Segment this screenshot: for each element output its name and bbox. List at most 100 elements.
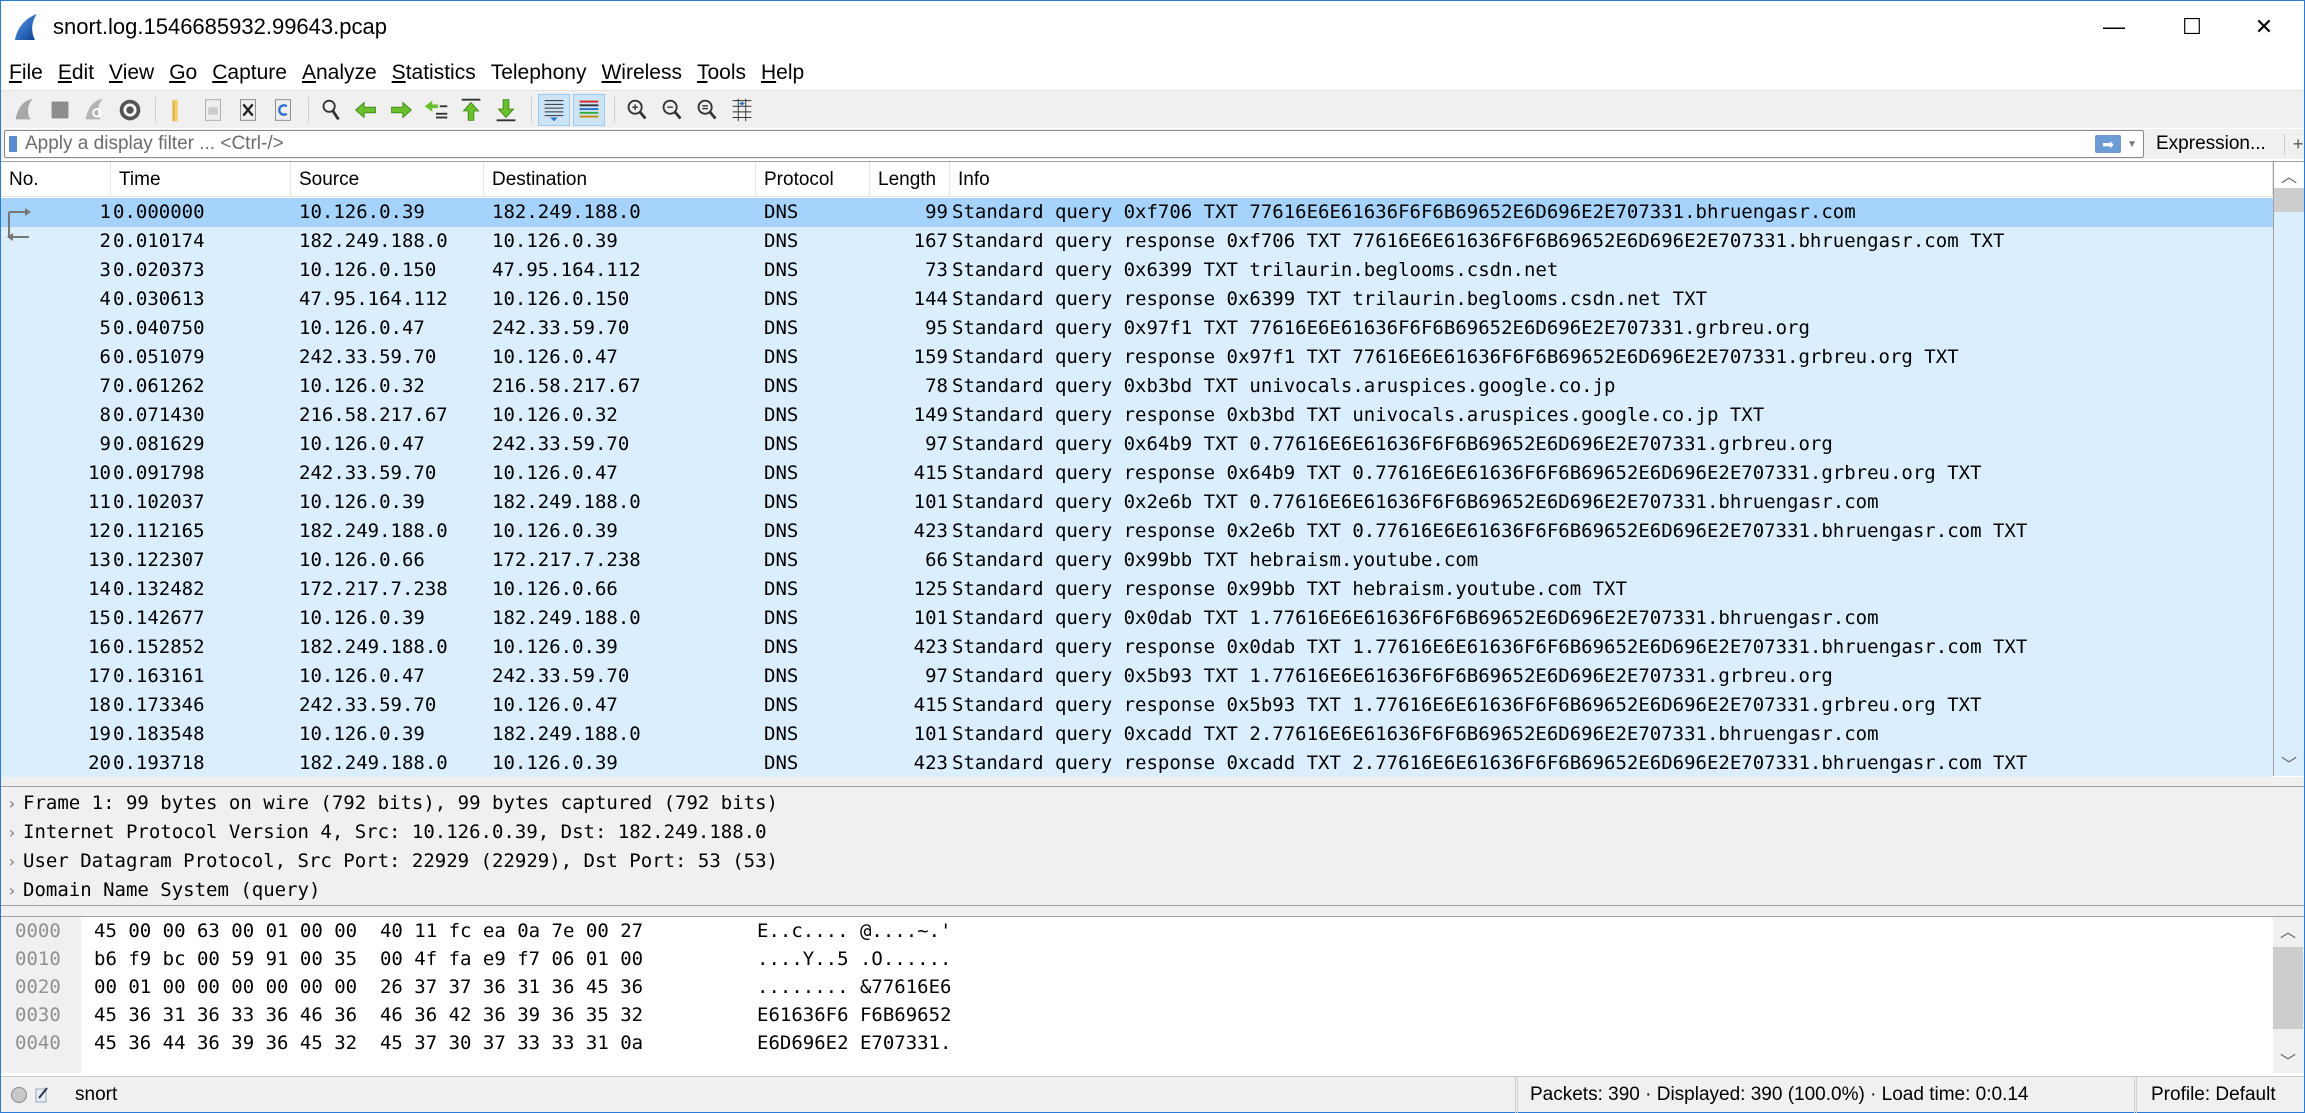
scroll-up-arrow-icon[interactable]: ︿ bbox=[2274, 162, 2304, 188]
packet-list-scrollbar[interactable]: ︿ ﹀ bbox=[2273, 162, 2304, 776]
capture-comment-icon[interactable] bbox=[35, 1086, 49, 1103]
colorize-button[interactable] bbox=[573, 93, 605, 126]
details-tree-item[interactable]: › Domain Name System (query) bbox=[1, 876, 2304, 905]
auto-scroll-button[interactable] bbox=[538, 93, 570, 126]
stop-capture-button[interactable] bbox=[44, 94, 76, 126]
zoom-in-button[interactable] bbox=[621, 94, 653, 126]
packet-row[interactable]: 19 0.183548 10.126.0.39 182.249.188.0 DNS 101… bbox=[1, 720, 2273, 749]
packet-row[interactable]: 7 0.061262 10.126.0.32 216.58.217.67 DNS 78 St… bbox=[1, 372, 2273, 401]
display-filter-field[interactable]: ➡ ▼ bbox=[4, 130, 2144, 158]
maximize-button[interactable]: ☐ bbox=[2152, 1, 2232, 53]
hex-ascii[interactable]: ....Y..5 .O...... bbox=[757, 945, 951, 973]
column-header-length[interactable]: Length bbox=[870, 162, 950, 197]
hex-row[interactable]: 0000 45 00 00 63 00 01 00 00 40 11 fc ea … bbox=[1, 917, 951, 945]
hex-ascii[interactable]: E61636F6 F6B69652 bbox=[757, 1001, 951, 1029]
details-tree-item[interactable]: › Internet Protocol Version 4, Src: 10.12… bbox=[1, 818, 2304, 847]
scrollbar-thumb[interactable] bbox=[2274, 188, 2304, 212]
expand-chevron-icon[interactable]: › bbox=[1, 789, 23, 818]
expert-info-led-icon[interactable] bbox=[11, 1086, 27, 1103]
packet-row[interactable]: 17 0.163161 10.126.0.47 242.33.59.70 DNS 97 St… bbox=[1, 662, 2273, 691]
packet-row[interactable]: 9 0.081629 10.126.0.47 242.33.59.70 DNS 97 Sta… bbox=[1, 430, 2273, 459]
find-packet-button[interactable] bbox=[315, 94, 347, 126]
go-to-packet-button[interactable] bbox=[420, 94, 452, 126]
profile-switcher[interactable]: Profile: Default bbox=[2134, 1076, 2276, 1113]
column-header-source[interactable]: Source bbox=[291, 162, 484, 197]
filter-history-dropdown-icon[interactable]: ▼ bbox=[2127, 139, 2137, 150]
scroll-down-arrow-icon[interactable]: ﹀ bbox=[2273, 1047, 2303, 1073]
expand-chevron-icon[interactable]: › bbox=[1, 876, 23, 905]
details-tree-item[interactable]: › Frame 1: 99 bytes on wire (792 bits), 9… bbox=[1, 789, 2304, 818]
menu-help[interactable]: Help bbox=[761, 61, 804, 85]
menu-statistics[interactable]: Statistics bbox=[392, 61, 476, 85]
details-tree-item[interactable]: › User Datagram Protocol, Src Port: 22929… bbox=[1, 847, 2304, 876]
capture-options-button[interactable] bbox=[114, 94, 146, 126]
pane-splitter[interactable] bbox=[1, 906, 2304, 916]
reload-file-button[interactable] bbox=[267, 94, 299, 126]
menu-capture[interactable]: Capture bbox=[212, 61, 287, 85]
go-last-packet-button[interactable] bbox=[490, 94, 522, 126]
scroll-up-arrow-icon[interactable]: ︿ bbox=[2273, 917, 2303, 943]
scrollbar-thumb[interactable] bbox=[2273, 947, 2303, 1029]
packet-row[interactable]: 3 0.020373 10.126.0.150 47.95.164.112 DNS 73 S… bbox=[1, 256, 2273, 285]
menu-analyze[interactable]: Analyze bbox=[302, 61, 377, 85]
packet-row[interactable]: 15 0.142677 10.126.0.39 182.249.188.0 DNS 101… bbox=[1, 604, 2273, 633]
packet-row[interactable]: 16 0.152852 182.249.188.0 10.126.0.39 DNS 423… bbox=[1, 633, 2273, 662]
menu-telephony[interactable]: Telephony bbox=[491, 61, 587, 85]
zoom-normal-button[interactable] bbox=[691, 94, 723, 126]
packet-row[interactable]: 11 0.102037 10.126.0.39 182.249.188.0 DNS 101… bbox=[1, 488, 2273, 517]
hex-row[interactable]: 0010 b6 f9 bc 00 59 91 00 35 00 4f fa e9 … bbox=[1, 945, 951, 973]
hex-ascii[interactable]: E..c.... @....~.' bbox=[757, 917, 951, 945]
hex-bytes[interactable]: 45 36 44 36 39 36 45 32 45 37 30 37 33 3… bbox=[81, 1029, 757, 1057]
column-header-protocol[interactable]: Protocol bbox=[756, 162, 870, 197]
menu-edit[interactable]: Edit bbox=[58, 61, 94, 85]
packet-row[interactable]: 13 0.122307 10.126.0.66 172.217.7.238 DNS 66 S… bbox=[1, 546, 2273, 575]
bytes-pane-scrollbar[interactable]: ︿ ﹀ bbox=[2273, 917, 2304, 1073]
packet-row[interactable]: 20 0.193718 182.249.188.0 10.126.0.39 DNS 423… bbox=[1, 749, 2273, 777]
pane-splitter[interactable] bbox=[1, 777, 2304, 786]
open-file-button[interactable] bbox=[162, 94, 194, 126]
menu-wireless[interactable]: Wireless bbox=[601, 61, 682, 85]
packet-row[interactable]: 10 0.091798 242.33.59.70 10.126.0.47 DNS 415 S… bbox=[1, 459, 2273, 488]
column-header-info[interactable]: Info bbox=[950, 162, 2273, 197]
hex-row[interactable]: 0030 45 36 31 36 33 36 46 36 46 36 42 36 … bbox=[1, 1001, 951, 1029]
zoom-out-button[interactable] bbox=[656, 94, 688, 126]
filter-bookmark-icon[interactable] bbox=[9, 136, 17, 152]
go-forward-button[interactable] bbox=[385, 94, 417, 126]
packet-row[interactable]: 18 0.173346 242.33.59.70 10.126.0.47 DNS 415 S… bbox=[1, 691, 2273, 720]
menu-go[interactable]: Go bbox=[169, 61, 197, 85]
expand-chevron-icon[interactable]: › bbox=[1, 847, 23, 876]
packet-row[interactable]: 2 0.010174 182.249.188.0 10.126.0.39 DNS 167 S… bbox=[1, 227, 2273, 256]
hex-bytes[interactable]: 45 36 31 36 33 36 46 36 46 36 42 36 39 3… bbox=[81, 1001, 757, 1029]
close-file-button[interactable] bbox=[232, 94, 264, 126]
restart-capture-button[interactable] bbox=[79, 94, 111, 126]
column-header-no[interactable]: No. bbox=[1, 162, 111, 197]
packet-row[interactable]: 6 0.051079 242.33.59.70 10.126.0.47 DNS 159 St… bbox=[1, 343, 2273, 372]
packet-row[interactable]: 5 0.040750 10.126.0.47 242.33.59.70 DNS 95 Sta… bbox=[1, 314, 2273, 343]
menu-tools[interactable]: Tools bbox=[697, 61, 746, 85]
hex-ascii[interactable]: E6D696E2 E707331. bbox=[757, 1029, 951, 1057]
apply-filter-arrow-icon[interactable]: ➡ bbox=[2095, 135, 2122, 153]
save-file-button[interactable] bbox=[197, 94, 229, 126]
go-back-button[interactable] bbox=[350, 94, 382, 126]
add-filter-button[interactable]: + bbox=[2283, 133, 2303, 155]
scroll-down-arrow-icon[interactable]: ﹀ bbox=[2274, 750, 2304, 776]
column-header-destination[interactable]: Destination bbox=[484, 162, 756, 197]
packet-row[interactable]: 4 0.030613 47.95.164.112 10.126.0.150 DNS 144… bbox=[1, 285, 2273, 314]
go-first-packet-button[interactable] bbox=[455, 94, 487, 126]
hex-bytes[interactable]: 45 00 00 63 00 01 00 00 40 11 fc ea 0a 7… bbox=[81, 917, 757, 945]
hex-bytes[interactable]: b6 f9 bc 00 59 91 00 35 00 4f fa e9 f7 0… bbox=[81, 945, 757, 973]
resize-columns-button[interactable] bbox=[726, 94, 758, 126]
minimize-button[interactable]: — bbox=[2074, 1, 2154, 53]
packet-row[interactable]: 12 0.112165 182.249.188.0 10.126.0.39 DNS 423… bbox=[1, 517, 2273, 546]
menu-view[interactable]: View bbox=[109, 61, 154, 85]
close-button[interactable]: ✕ bbox=[2224, 1, 2304, 53]
column-header-time[interactable]: Time bbox=[111, 162, 291, 197]
hex-row[interactable]: 0020 00 01 00 00 00 00 00 00 26 37 37 36 … bbox=[1, 973, 951, 1001]
menu-file[interactable]: File bbox=[9, 61, 43, 85]
expression-button[interactable]: Expression... bbox=[2156, 133, 2266, 155]
packet-row[interactable]: 8 0.071430 216.58.217.67 10.126.0.32 DNS 149 S… bbox=[1, 401, 2273, 430]
hex-row[interactable]: 0040 45 36 44 36 39 36 45 32 45 37 30 37 … bbox=[1, 1029, 951, 1057]
packet-row[interactable]: 14 0.132482 172.217.7.238 10.126.0.66 DNS 125… bbox=[1, 575, 2273, 604]
start-capture-button[interactable] bbox=[9, 94, 41, 126]
display-filter-input[interactable] bbox=[25, 133, 2096, 155]
